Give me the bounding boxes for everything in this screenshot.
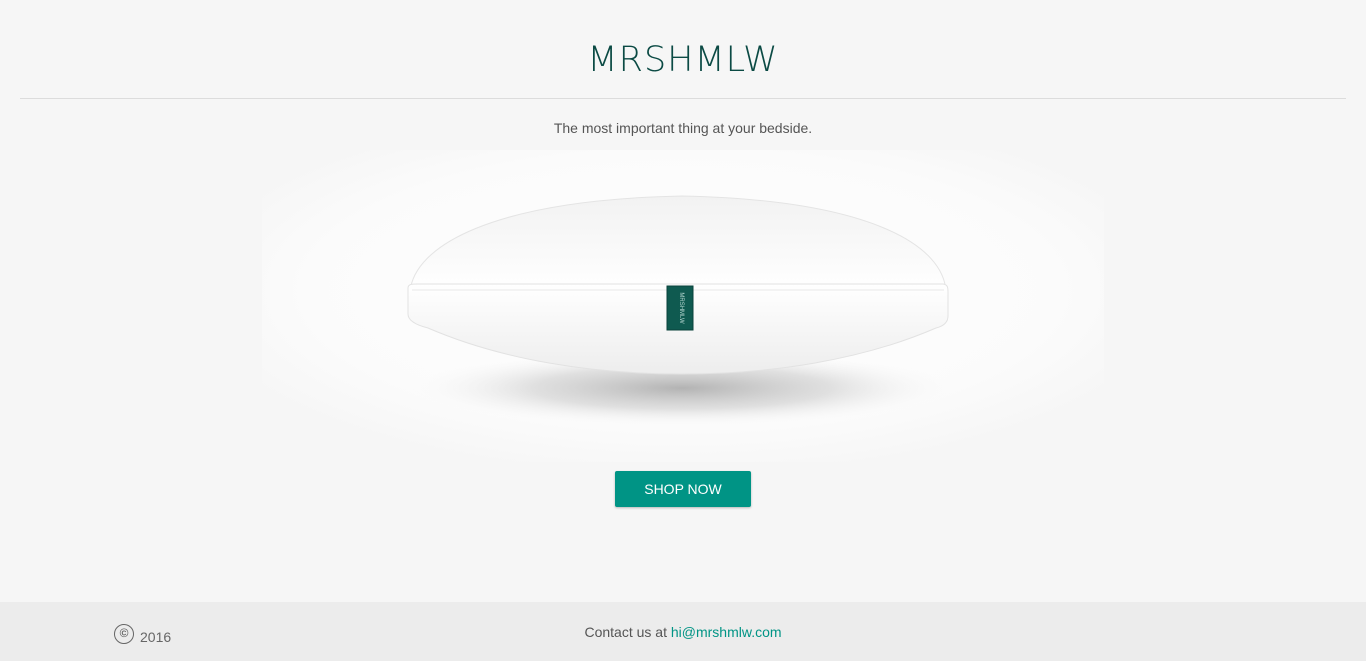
hero-tagline: The most important thing at your bedside… xyxy=(553,120,813,136)
pillow-tag-label: MRSHMLW xyxy=(678,292,684,324)
pillow-brand-tag: MRSHMLW xyxy=(666,285,694,331)
contact-line: Contact us at hi@mrshmlw.com xyxy=(0,624,1366,640)
site-logo[interactable]: MRSHMLW xyxy=(20,40,1346,80)
product-image: MRSHMLW xyxy=(262,150,1104,462)
site-footer: © 2016 Contact us at hi@mrshmlw.com xyxy=(0,602,1366,661)
site-header: MRSHMLW xyxy=(20,0,1346,99)
contact-email-link[interactable]: hi@mrshmlw.com xyxy=(671,624,782,640)
landing-page: MRSHMLW The most important thing at your… xyxy=(0,0,1366,661)
shop-now-button[interactable]: SHOP NOW xyxy=(615,471,751,507)
contact-prefix: Contact us at xyxy=(584,624,667,640)
